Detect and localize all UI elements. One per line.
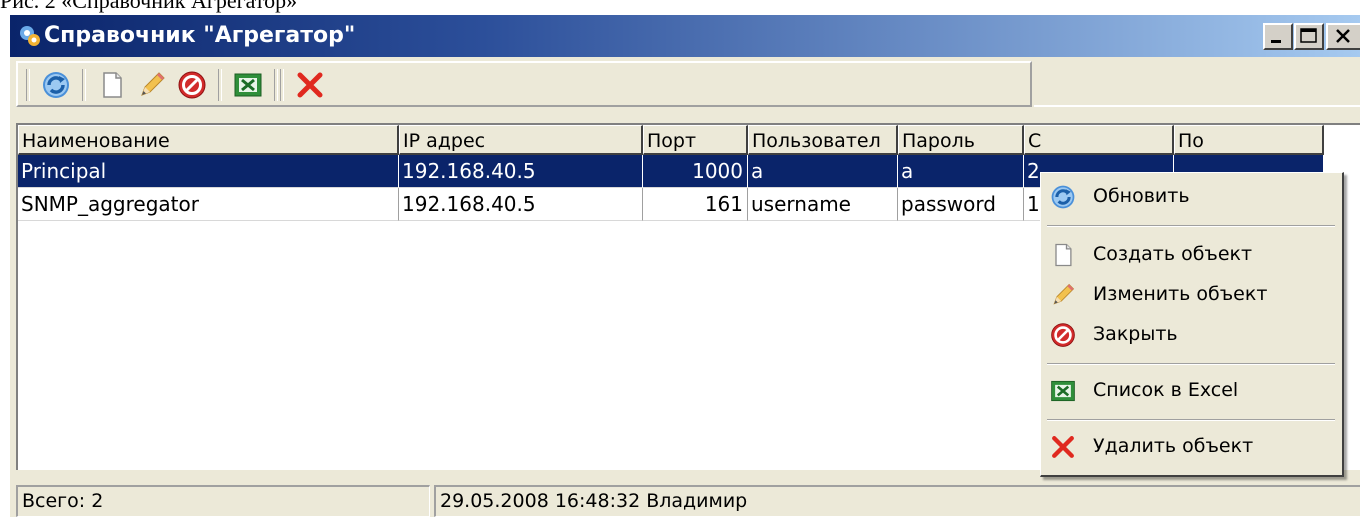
- pencil-icon: [136, 69, 168, 101]
- toolbar: [16, 61, 1032, 107]
- maximize-icon: [1300, 28, 1317, 43]
- cell-password: password: [898, 188, 1024, 221]
- edit-button[interactable]: [136, 69, 168, 101]
- close-object-button[interactable]: [176, 69, 208, 101]
- menu-item-label: Закрыть: [1093, 323, 1178, 345]
- context-menu: Обновить Создать объект Изменить объект …: [1040, 172, 1344, 477]
- column-header-ip[interactable]: IP адрес: [399, 125, 643, 155]
- title-bar[interactable]: Справочник "Агрегатор": [10, 15, 1360, 57]
- cell-ip: 192.168.40.5: [399, 155, 643, 188]
- menu-item-label: Обновить: [1093, 185, 1190, 207]
- minimize-button[interactable]: [1263, 23, 1293, 50]
- create-button[interactable]: [96, 69, 128, 101]
- toolbar-separator: [218, 69, 222, 101]
- maximize-button[interactable]: [1294, 23, 1324, 50]
- refresh-button[interactable]: [40, 69, 72, 101]
- toolbar-empty-area: [1034, 61, 1360, 107]
- column-header-password[interactable]: Пароль: [898, 125, 1024, 155]
- toolbar-separator: [26, 69, 30, 101]
- excel-icon: [232, 69, 264, 101]
- menu-item-label: Список в Excel: [1093, 379, 1239, 401]
- menu-separator: [1047, 419, 1335, 421]
- app-icon: [20, 26, 40, 46]
- figure-caption: Рис. 2 «Справочник Агрегатор»: [0, 0, 298, 13]
- delete-x-icon: [294, 69, 326, 101]
- excel-button[interactable]: [232, 69, 264, 101]
- cell-user: a: [748, 155, 898, 188]
- status-info: 29.05.2008 16:48:32 Владимир: [434, 485, 1360, 517]
- menu-separator: [1047, 363, 1335, 365]
- menu-item-close[interactable]: Закрыть: [1045, 317, 1337, 353]
- menu-item-delete[interactable]: Удалить объект: [1045, 429, 1337, 465]
- excel-icon: [1049, 377, 1077, 405]
- close-icon: [1336, 29, 1350, 43]
- toolbar-separator: [82, 69, 86, 101]
- pencil-icon: [1049, 281, 1077, 309]
- cell-port: 1000: [643, 155, 748, 188]
- menu-item-label: Создать объект: [1093, 243, 1253, 265]
- refresh-icon: [1049, 183, 1077, 211]
- cell-ip: 192.168.40.5: [399, 188, 643, 221]
- column-header-port[interactable]: Порт: [643, 125, 748, 155]
- menu-separator: [1047, 225, 1335, 227]
- menu-item-label: Изменить объект: [1093, 283, 1268, 305]
- cell-user: username: [748, 188, 898, 221]
- status-total: Всего: 2: [16, 485, 430, 517]
- cell-port: 161: [643, 188, 748, 221]
- window-title: Справочник "Агрегатор": [44, 23, 356, 48]
- column-header-name[interactable]: Наименование: [18, 125, 399, 155]
- menu-item-edit[interactable]: Изменить объект: [1045, 277, 1337, 313]
- menu-item-create[interactable]: Создать объект: [1045, 237, 1337, 273]
- toolbar-separator: [274, 69, 278, 101]
- new-document-icon: [1049, 241, 1077, 269]
- column-header-user[interactable]: Пользовател: [748, 125, 898, 155]
- stop-icon: [176, 69, 208, 101]
- column-header-to[interactable]: По: [1174, 125, 1324, 155]
- close-button[interactable]: [1326, 23, 1360, 50]
- status-bar: Всего: 2 29.05.2008 16:48:32 Владимир: [16, 485, 1360, 517]
- cell-password: a: [898, 155, 1024, 188]
- toolbar-separator: [280, 69, 284, 101]
- menu-item-excel[interactable]: Список в Excel: [1045, 373, 1337, 409]
- new-document-icon: [96, 69, 128, 101]
- delete-button[interactable]: [294, 69, 326, 101]
- cell-name: Principal: [18, 155, 399, 188]
- minimize-icon: [1271, 40, 1281, 43]
- refresh-icon: [40, 69, 72, 101]
- column-header-from[interactable]: С: [1024, 125, 1174, 155]
- cell-name: SNMP_aggregator: [18, 188, 399, 221]
- stop-icon: [1049, 321, 1077, 349]
- delete-x-icon: [1049, 433, 1077, 461]
- menu-item-label: Удалить объект: [1093, 435, 1254, 457]
- menu-item-refresh[interactable]: Обновить: [1045, 179, 1337, 215]
